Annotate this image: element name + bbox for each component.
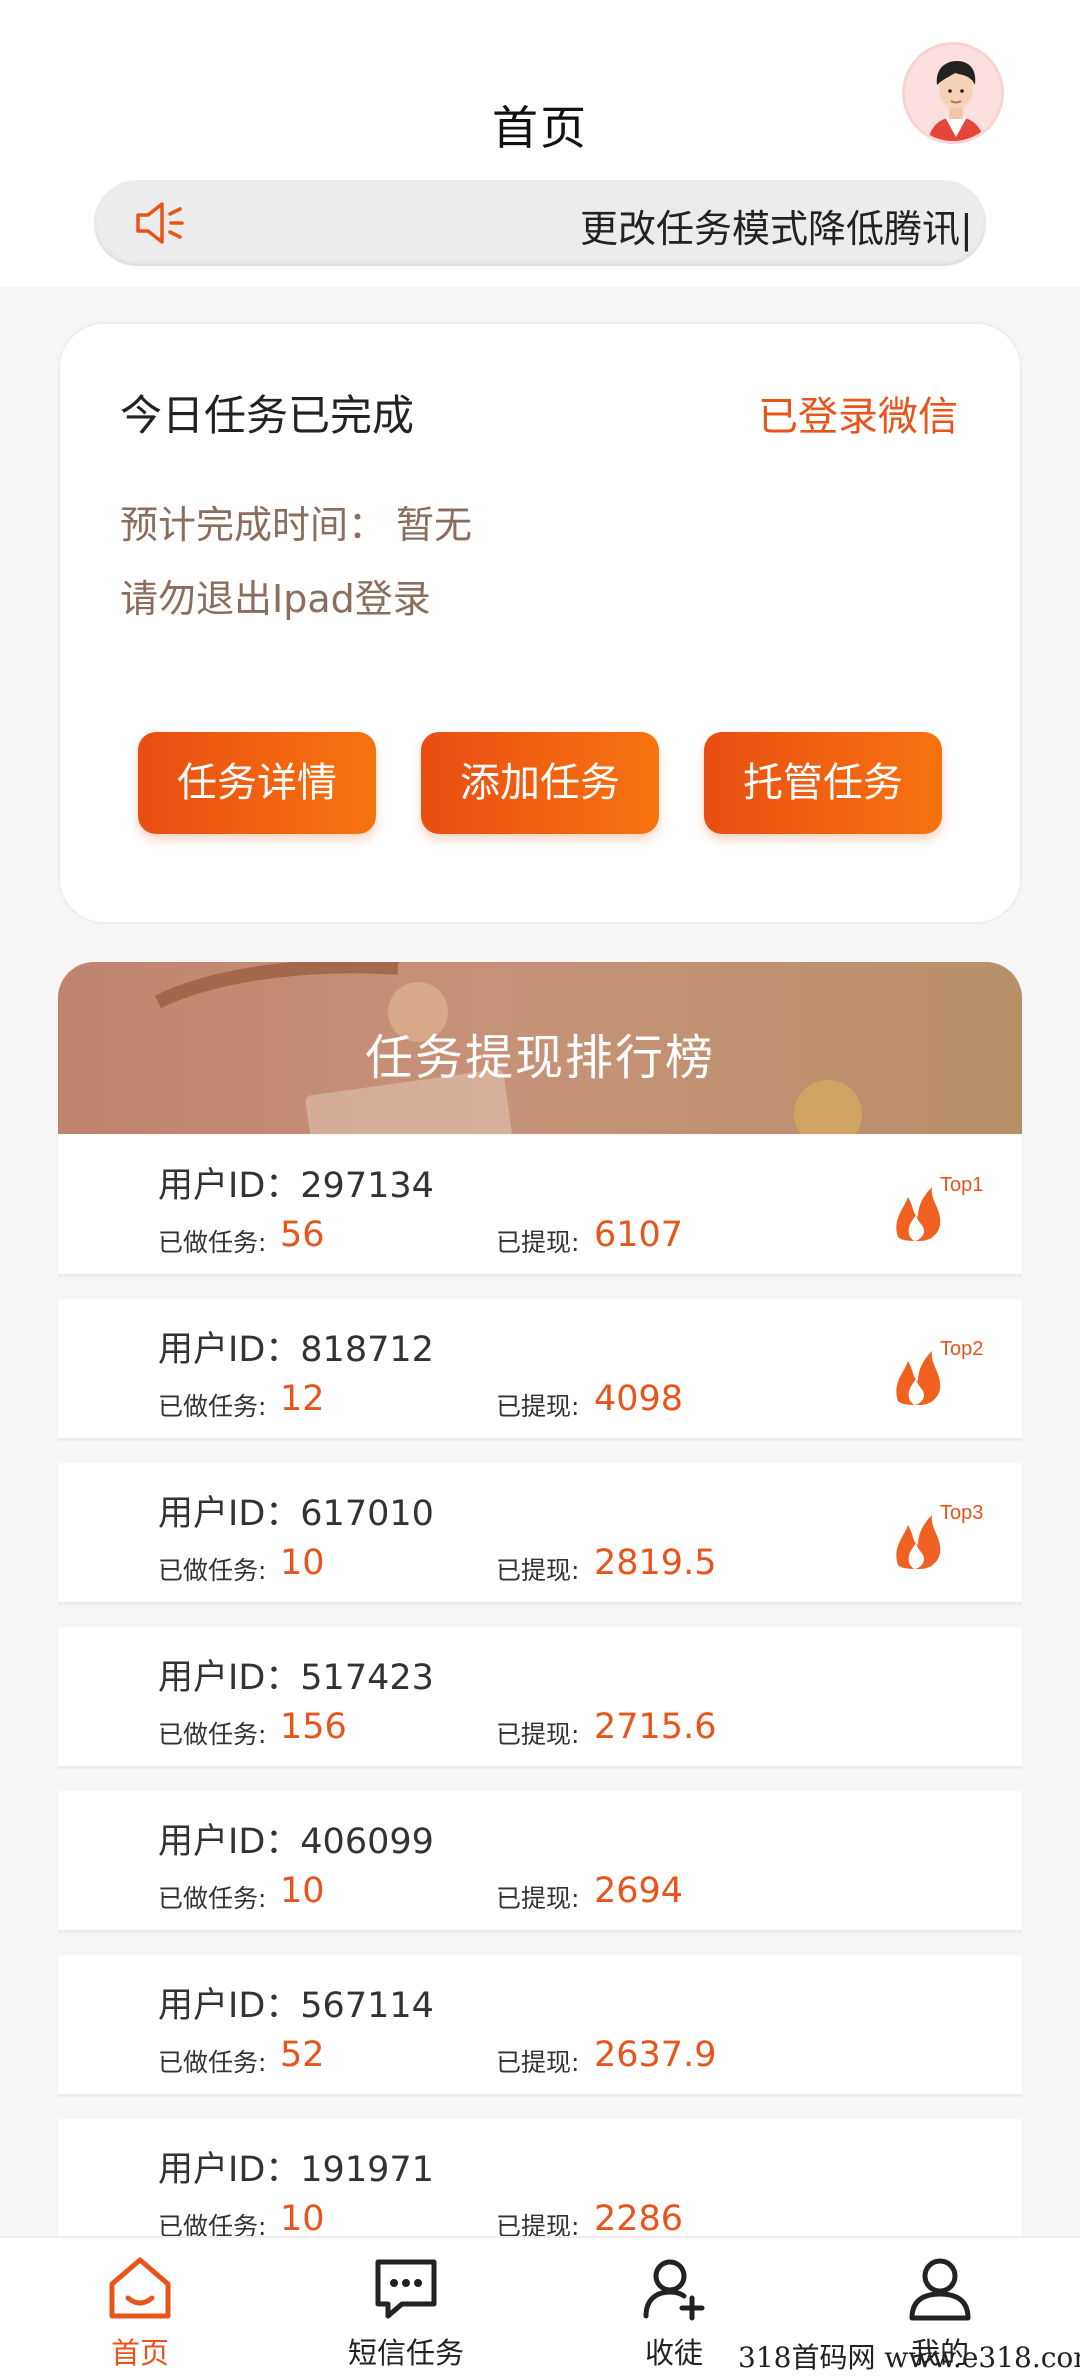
user-id-value: 818712	[300, 1330, 434, 1370]
eta-label: 预计完成时间：	[120, 503, 387, 547]
withdrawn-value: 2637.9	[594, 2035, 717, 2075]
eta-line: 预计完成时间： 暂无	[120, 494, 472, 549]
user-id-label: 用户ID：	[158, 1822, 301, 1862]
withdrawn-value: 2715.6	[594, 1707, 717, 1747]
top-rank-label: Top2	[940, 1338, 983, 1360]
user-id: 用户ID：567114	[158, 1977, 434, 2028]
add-user-icon	[643, 2259, 705, 2321]
top-rank-label: Top1	[940, 1174, 983, 1196]
leaderboard-row[interactable]: 用户ID：517423 已做任务: 156 已提现: 2715.6	[58, 1627, 1022, 1769]
message-icon	[375, 2259, 437, 2319]
user-id: 用户ID：517423	[158, 1649, 434, 1700]
user-id-label: 用户ID：	[158, 2150, 301, 2190]
user-id: 用户ID：406099	[158, 1813, 434, 1864]
user-id: 用户ID：818712	[158, 1321, 434, 1372]
leaderboard-row[interactable]: 用户ID：567114 已做任务: 52 已提现: 2637.9	[58, 1955, 1022, 2097]
tab-home[interactable]: 首页	[40, 2238, 240, 2376]
user-id-value: 617010	[300, 1494, 434, 1534]
tasks-done-label: 已做任务:	[158, 1556, 267, 1585]
leaderboard-row[interactable]: 用户ID：617010 已做任务: 10 已提现: 2819.5 Top3	[58, 1463, 1022, 1605]
user-id-value: 567114	[300, 1986, 434, 2026]
add-task-button[interactable]: 添加任务	[421, 732, 659, 834]
profile-icon	[909, 2258, 971, 2321]
top-rank-flame-icon: Top3	[896, 1502, 983, 1569]
tab-sms-tasks-label: 短信任务	[347, 2336, 464, 2370]
leaderboard-title: 任务提现排行榜	[364, 1030, 715, 1086]
tasks-done-value: 12	[280, 1379, 325, 1419]
tab-home-label: 首页	[110, 2336, 169, 2370]
leaderboard-row[interactable]: 用户ID：297134 已做任务: 56 已提现: 6107 Top1	[58, 1135, 1022, 1277]
leaderboard-banner: 任务提现排行榜	[58, 962, 1022, 1134]
tasks-done-value: 10	[280, 1543, 325, 1583]
user-id-label: 用户ID：	[158, 1986, 301, 2026]
watermark: 318首码网 www.e318.com	[738, 2341, 1080, 2374]
tasks-done-label: 已做任务:	[158, 1392, 267, 1421]
tab-sms-tasks[interactable]: 短信任务	[306, 2238, 506, 2376]
task-status-title: 今日任务已完成	[120, 391, 415, 440]
tasks-done-label: 已做任务:	[158, 1884, 267, 1913]
eta-value: 暂无	[396, 503, 473, 547]
user-id-label: 用户ID：	[158, 1166, 301, 1206]
user-id: 用户ID：297134	[158, 1157, 434, 1208]
wechat-login-status[interactable]: 已登录微信	[758, 384, 958, 442]
user-id-value: 517423	[300, 1658, 434, 1698]
withdrawn-value: 2286	[594, 2199, 684, 2239]
user-id-value: 297134	[300, 1166, 434, 1206]
leaderboard-row[interactable]: 用户ID：818712 已做任务: 12 已提现: 4098 Top2	[58, 1299, 1022, 1441]
withdrawn-label: 已提现:	[496, 2048, 580, 2077]
user-id: 用户ID：617010	[158, 1485, 434, 1536]
withdrawn-value: 2819.5	[594, 1543, 717, 1583]
ipad-warning: 请勿退出Ipad登录	[120, 577, 431, 621]
withdrawn-label: 已提现:	[496, 1392, 580, 1421]
withdrawn-label: 已提现:	[496, 1556, 580, 1585]
user-id-value: 191971	[300, 2150, 434, 2190]
leaderboard-row[interactable]: 用户ID：406099 已做任务: 10 已提现: 2694	[58, 1791, 1022, 1933]
tasks-done-label: 已做任务:	[158, 1228, 267, 1257]
top-rank-flame-icon: Top1	[896, 1174, 983, 1241]
tasks-done-value: 156	[280, 1707, 347, 1747]
user-id-label: 用户ID：	[158, 1494, 301, 1534]
header: 首页 更改任务模式降低腾讯|	[0, 0, 1080, 287]
managed-task-button[interactable]: 托管任务	[704, 732, 942, 834]
user-id-value: 406099	[300, 1822, 434, 1862]
tasks-done-value: 10	[280, 1871, 325, 1911]
user-id: 用户ID：191971	[158, 2141, 434, 2192]
top-rank-flame-icon: Top2	[896, 1338, 983, 1405]
user-id-label: 用户ID：	[158, 1330, 301, 1370]
tasks-done-value: 56	[280, 1215, 325, 1255]
home-icon	[109, 2257, 171, 2319]
notice-text: 更改任务模式降低腾讯|	[580, 207, 973, 251]
withdrawn-value: 2694	[594, 1871, 684, 1911]
user-id-label: 用户ID：	[158, 1658, 301, 1698]
tasks-done-label: 已做任务:	[158, 2048, 267, 2077]
tasks-done-value: 52	[280, 2035, 325, 2075]
task-details-button[interactable]: 任务详情	[138, 732, 376, 834]
avatar[interactable]	[902, 42, 1004, 144]
speaker-icon	[136, 202, 184, 244]
withdrawn-label: 已提现:	[496, 1228, 580, 1257]
withdrawn-value: 4098	[594, 1379, 684, 1419]
withdrawn-label: 已提现:	[496, 1720, 580, 1749]
notice-bar[interactable]: 更改任务模式降低腾讯|	[94, 180, 986, 266]
tasks-done-label: 已做任务:	[158, 1720, 267, 1749]
tasks-done-value: 10	[280, 2199, 325, 2239]
task-status-card: 今日任务已完成 已登录微信 预计完成时间： 暂无 请勿退出Ipad登录 任务详情 …	[58, 322, 1022, 924]
withdrawn-value: 6107	[594, 1215, 684, 1255]
withdrawn-label: 已提现:	[496, 1884, 580, 1913]
top-rank-label: Top3	[940, 1502, 983, 1524]
